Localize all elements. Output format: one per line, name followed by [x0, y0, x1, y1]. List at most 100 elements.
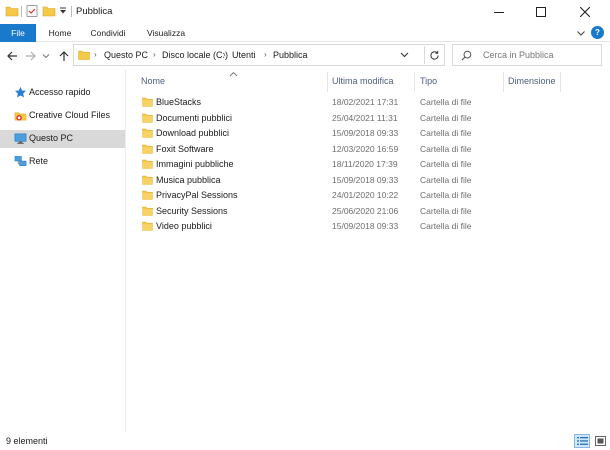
details-view-button[interactable] [574, 434, 590, 448]
breadcrumb-separator: › [223, 50, 226, 59]
file-name: Musica pubblica [156, 174, 221, 185]
table-row[interactable]: Immagini pubbliche 18/11/2020 17:39 Cartel… [127, 157, 567, 172]
column-divider[interactable] [503, 72, 504, 92]
file-type: Cartella di file [420, 190, 472, 200]
tab-home[interactable]: Home [42, 24, 78, 42]
breadcrumb-disco-locale[interactable]: Disco locale (C:) [162, 50, 228, 60]
ribbon: File Home Condividi Visualizza ? [0, 24, 610, 42]
sidebar-item-label: Accesso rapido [29, 87, 91, 97]
large-icons-view-button[interactable] [592, 434, 608, 448]
tab-share[interactable]: Condividi [84, 24, 132, 42]
folder-icon [78, 49, 90, 63]
file-modified: 25/06/2020 21:06 [332, 205, 399, 216]
file-modified: 25/04/2021 11:31 [332, 112, 398, 123]
file-name: Download pubblici [156, 128, 230, 138]
sidebar-item-questo-pc[interactable]: Questo PC [0, 130, 125, 148]
table-row[interactable]: Musica pubblica 15/09/2018 09:33 Cartella … [127, 173, 567, 188]
file-modified: 18/02/2021 17:31 [332, 97, 399, 107]
file-type: Cartella di file [420, 128, 472, 138]
column-divider[interactable] [327, 72, 328, 92]
file-modified: 24/01/2020 10:22 [332, 190, 399, 200]
folder-icon [142, 144, 153, 156]
file-name: Video pubblici [156, 221, 212, 231]
folder-icon [142, 128, 153, 140]
column-header-type[interactable]: Tipo [420, 76, 437, 86]
search-input[interactable]: Cerca in Pubblica [452, 44, 602, 66]
folder-icon [142, 97, 153, 109]
folder-icon [5, 4, 19, 18]
column-header-name[interactable]: Nome [141, 76, 165, 86]
file-type: Cartella di file [420, 159, 472, 169]
file-name: Documenti pubblici [156, 112, 233, 123]
sidebar-item-accesso-rapido[interactable]: Accesso rapido [0, 84, 125, 102]
file-modified: 12/03/2020 16:59 [332, 143, 399, 154]
file-modified: 18/11/2020 17:39 [332, 159, 398, 169]
breadcrumb-separator: › [94, 50, 97, 59]
close-button[interactable] [564, 0, 606, 24]
file-name: Foxit Software [156, 143, 214, 154]
search-icon [461, 50, 472, 63]
up-arrow-icon[interactable] [57, 48, 71, 64]
search-placeholder: Cerca in Pubblica [483, 50, 554, 60]
file-name: PrivacyPal Sessions [156, 190, 238, 200]
folder-icon [142, 190, 153, 202]
properties-icon[interactable] [25, 4, 39, 18]
table-row[interactable]: BlueStacks 18/02/2021 17:31 Cartella di fi… [127, 95, 567, 110]
star-icon [14, 86, 27, 99]
recent-locations-icon[interactable] [41, 48, 51, 64]
sidebar-item-creative-cloud[interactable]: Creative Cloud Files [0, 107, 125, 125]
forward-arrow-icon[interactable] [24, 48, 38, 64]
expand-ribbon-icon[interactable] [576, 28, 586, 38]
table-row[interactable]: Security Sessions 25/06/2020 21:06 Cartell… [127, 204, 567, 219]
tab-file[interactable]: File [0, 24, 36, 42]
table-row[interactable]: Video pubblici 15/09/2018 09:33 Cartella d… [127, 219, 567, 234]
customize-toolbar-icon[interactable] [58, 6, 68, 20]
folder-icon [142, 175, 153, 187]
column-divider[interactable] [414, 72, 415, 92]
file-type: Cartella di file [420, 143, 472, 154]
divider [21, 6, 22, 17]
item-count: 9 elementi [6, 436, 48, 446]
tab-view[interactable]: Visualizza [138, 24, 194, 42]
file-modified: 15/09/2018 09:33 [332, 174, 399, 185]
large-icons-view-icon [594, 436, 606, 446]
sidebar-item-label: Rete [29, 156, 49, 166]
table-row[interactable]: Download pubblici 15/09/2018 09:33 Cartell… [127, 126, 567, 141]
file-type: Cartella di file [420, 112, 472, 123]
creative-cloud-icon [14, 109, 27, 122]
sidebar-item-rete[interactable]: Rete [0, 153, 125, 171]
table-row[interactable]: Documenti pubblici 25/04/2021 11:31 Cartel… [127, 111, 567, 126]
address-bar[interactable]: › Questo PC › Disco locale (C:) › Utenti… [73, 44, 445, 66]
breadcrumb-separator: › [264, 50, 267, 59]
help-button[interactable]: ? [591, 26, 604, 39]
column-divider[interactable] [560, 72, 561, 92]
folder-icon [142, 221, 153, 233]
breadcrumb-utenti[interactable]: Utenti [232, 50, 256, 60]
column-header-modified[interactable]: Ultima modifica [332, 76, 394, 86]
sort-ascending-icon [229, 70, 238, 79]
file-type: Cartella di file [420, 221, 472, 231]
file-name: Immagini pubbliche [156, 159, 234, 169]
back-arrow-icon[interactable] [5, 48, 19, 64]
breadcrumb-pubblica[interactable]: Pubblica [273, 50, 308, 60]
breadcrumb-questo-pc[interactable]: Questo PC [104, 50, 148, 60]
column-header-size[interactable]: Dimensione [508, 76, 556, 86]
file-modified: 15/09/2018 09:33 [332, 128, 399, 138]
file-name: BlueStacks [156, 97, 202, 107]
file-type: Cartella di file [420, 174, 472, 185]
file-type: Cartella di file [420, 205, 472, 216]
new-folder-icon[interactable] [42, 4, 56, 18]
folder-icon [142, 113, 153, 125]
details-view-icon [576, 437, 588, 445]
refresh-button[interactable] [424, 46, 444, 64]
address-dropdown-icon[interactable] [400, 50, 409, 61]
title-bar: Pubblica [0, 0, 610, 24]
file-type: Cartella di file [420, 97, 472, 107]
network-icon [14, 155, 27, 168]
breadcrumb-separator: › [153, 50, 156, 59]
maximize-button[interactable] [520, 0, 562, 24]
minimize-button[interactable] [478, 0, 520, 24]
table-row[interactable]: Foxit Software 12/03/2020 16:59 Cartella d… [127, 142, 567, 157]
file-name: Security Sessions [156, 205, 228, 216]
table-row[interactable]: PrivacyPal Sessions 24/01/2020 10:22 Carte… [127, 188, 567, 203]
